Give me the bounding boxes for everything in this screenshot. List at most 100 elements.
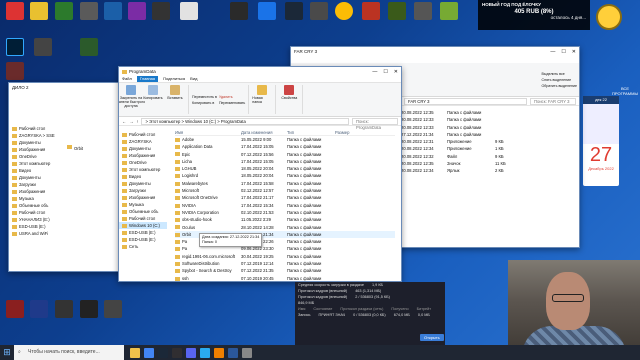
copy-to-button[interactable]: Копировать в bbox=[192, 101, 217, 105]
up-icon[interactable]: ↑ bbox=[136, 119, 138, 124]
nav-item[interactable]: Изображения bbox=[119, 152, 167, 159]
search-input[interactable]: Поиск: ProgramData bbox=[352, 117, 398, 130]
nav-pane[interactable]: Рабочий стол ZAGRYSKA > SSE Документы Изобр… bbox=[9, 123, 64, 237]
app-icon[interactable] bbox=[80, 2, 98, 20]
nav-item[interactable]: ESD-USB (E:) bbox=[119, 236, 167, 243]
app-icon[interactable] bbox=[362, 2, 380, 20]
nav-item[interactable]: Видео bbox=[119, 173, 167, 180]
table-row[interactable]: Malwarebytes 17.04.2022 15:58 Папка с файл… bbox=[175, 180, 395, 187]
paste-button[interactable]: Вставить bbox=[165, 85, 185, 114]
epic-icon[interactable] bbox=[230, 2, 248, 20]
nav-item[interactable]: Изображения bbox=[9, 188, 64, 195]
file-list[interactable]: Orbit bbox=[67, 145, 83, 152]
nav-item[interactable]: Объемные объ bbox=[9, 202, 64, 209]
table-row[interactable]: 20.08.2022 12:34 Ярлык 2 КБ bbox=[401, 167, 506, 174]
address-input[interactable]: FAR CRY 3 bbox=[404, 97, 527, 105]
table-row[interactable]: NVIDIA Corporation 02.10.2022 21:53 Папка … bbox=[175, 209, 395, 216]
drive-icon[interactable] bbox=[258, 2, 276, 20]
column-header[interactable]: Дата изменения bbox=[241, 129, 287, 135]
nav-item[interactable]: ESD-USB (E:) bbox=[119, 229, 167, 236]
column-header[interactable]: Тип bbox=[287, 129, 335, 135]
nav-item[interactable]: Этот компьютер bbox=[9, 160, 64, 167]
fc3-icon[interactable] bbox=[80, 38, 98, 56]
table-row[interactable]: Adobe 15.05.2022 9:00 Папка с файлами bbox=[175, 136, 395, 143]
table-row[interactable]: Application Data 17.04.2022 15:05 Папка с … bbox=[175, 143, 395, 150]
explorer-icon[interactable] bbox=[130, 347, 140, 358]
table-row[interactable]: 20.08.2022 12:35 Значок 11 КБ bbox=[401, 160, 506, 167]
nav-item[interactable]: Видео bbox=[9, 167, 64, 174]
settings-icon[interactable] bbox=[242, 347, 252, 358]
back-icon[interactable]: ← bbox=[122, 119, 126, 124]
table-row[interactable]: 20.08.2022 12:32 Файл 9 КБ bbox=[401, 153, 506, 160]
address-input[interactable]: > Этот компьютер > Windows 10 (C:) > Pro… bbox=[141, 117, 349, 125]
table-row[interactable]: 20.08.2022 12:34 Приложение 1 КБ bbox=[401, 145, 506, 152]
nav-item[interactable]: Этот компьютер bbox=[119, 166, 167, 173]
telegram-icon[interactable] bbox=[200, 347, 210, 358]
pin-button[interactable]: Закрепить на панели быстрого доступа bbox=[119, 85, 145, 114]
explorer-left[interactable]: ДИЛО 2 Рабочий стол ZAGRYSKA > SSE Докумен… bbox=[8, 82, 128, 272]
nav-item[interactable]: Изображения bbox=[119, 194, 167, 201]
app-icon[interactable] bbox=[128, 2, 146, 20]
taskbar-search[interactable]: ⌕ Чтобы начать поиск, введите... bbox=[14, 345, 124, 360]
ribbon-tab[interactable]: Файл bbox=[122, 76, 132, 82]
app-icon[interactable] bbox=[6, 2, 24, 20]
start-icon[interactable]: ⊞ bbox=[0, 345, 14, 360]
properties-button[interactable]: Свойства bbox=[279, 85, 299, 114]
table-row[interactable]: Epic 07.12.2022 15:56 Папка с файлами bbox=[175, 151, 395, 158]
table-row[interactable]: LGHUB 18.05.2022 20:04 Папка с файлами bbox=[175, 165, 395, 172]
file-list[interactable]: 20.08.2022 12:35 Папка с файлами 20.08.202… bbox=[401, 109, 506, 175]
far-cry-icon[interactable] bbox=[388, 2, 406, 20]
app-icon[interactable] bbox=[104, 300, 122, 318]
rename-button[interactable]: Переименовать bbox=[219, 101, 245, 105]
maximize-icon[interactable]: ☐ bbox=[561, 49, 565, 55]
nav-item[interactable]: Загрузки bbox=[9, 181, 64, 188]
nav-item[interactable]: ZAGRYSKA > SSE bbox=[9, 132, 64, 139]
app-icon[interactable] bbox=[180, 2, 198, 20]
game-icon[interactable] bbox=[6, 62, 24, 80]
nav-item[interactable]: Музыка bbox=[119, 201, 167, 208]
maximize-icon[interactable]: ☐ bbox=[383, 69, 387, 75]
search-input[interactable]: Поиск: FAR CRY 3 bbox=[530, 97, 576, 105]
explorer-main[interactable]: ProgramData — ☐ ✕ Файл Главная Поделиться Вид… bbox=[118, 66, 402, 282]
app-icon[interactable] bbox=[6, 300, 24, 318]
app-icon[interactable] bbox=[55, 2, 73, 20]
copy-button[interactable]: Копировать bbox=[143, 85, 163, 114]
table-row[interactable]: Microsoft OneDrive 17.04.2022 21:17 Папка … bbox=[175, 194, 395, 201]
app-icon[interactable] bbox=[55, 300, 73, 318]
select-none-button[interactable]: Снять выделение bbox=[542, 78, 578, 82]
nav-item[interactable]: Документы bbox=[119, 145, 167, 152]
ribbon-tab[interactable]: Главная bbox=[136, 76, 159, 82]
nav-item[interactable]: ESD-USB (E:) bbox=[9, 223, 64, 230]
table-row[interactable]: Logishrd 18.05.2022 20:04 Папка с файлами bbox=[175, 172, 395, 179]
nav-item[interactable]: Сеть bbox=[119, 243, 167, 250]
table-row[interactable]: Spybot - Search & Destroy 07.12.2022 21:3… bbox=[175, 267, 395, 274]
nav-item[interactable]: Документы bbox=[119, 180, 167, 187]
obs-icon[interactable] bbox=[172, 347, 182, 358]
app-icon[interactable] bbox=[152, 2, 170, 20]
nav-item[interactable]: Документы bbox=[9, 139, 64, 146]
table-row[interactable]: Microsoft 02.12.2022 12:57 Папка с файлами bbox=[175, 187, 395, 194]
move-to-button[interactable]: Переместить в bbox=[192, 95, 217, 99]
minimize-icon[interactable]: — bbox=[550, 49, 555, 55]
word-icon[interactable] bbox=[228, 347, 238, 358]
table-row[interactable]: regid.1991-06.com.microsoft 30.04.2022 19… bbox=[175, 253, 395, 260]
nav-item[interactable]: OneDrive bbox=[9, 153, 64, 160]
nav-item[interactable]: USRA and WiFi bbox=[9, 230, 64, 237]
steam-icon[interactable] bbox=[158, 347, 168, 358]
table-row[interactable]: 27.12.2022 21:34 Папка с файлами bbox=[401, 131, 506, 138]
photoshop-icon[interactable] bbox=[6, 38, 24, 56]
invert-selection-button[interactable]: Обратить выделение bbox=[542, 84, 578, 88]
open-button[interactable]: Открыть bbox=[420, 334, 444, 341]
app-icon[interactable] bbox=[440, 2, 458, 20]
nav-item[interactable]: Музыка bbox=[9, 195, 64, 202]
table-row[interactable]: Licha 17.04.2022 15:05 Папка с файлами bbox=[175, 158, 395, 165]
table-row[interactable]: SoftwareDistribution 07.12.2019 12:14 Папк… bbox=[175, 260, 395, 267]
list-item[interactable]: Orbit bbox=[67, 145, 83, 152]
table-row[interactable]: obs-studio-hook 11.05.2022 3:29 Папка с фа… bbox=[175, 216, 395, 223]
nav-item[interactable]: OneDrive bbox=[119, 159, 167, 166]
nav-item[interactable]: УНАНАЛИЗ (E:) bbox=[9, 216, 64, 223]
nav-item[interactable]: Изображения bbox=[9, 146, 64, 153]
nav-item[interactable]: Загрузки bbox=[119, 187, 167, 194]
table-row[interactable]: 20.08.2022 12:33 Папка с файлами bbox=[401, 124, 506, 131]
app-icon[interactable] bbox=[104, 2, 122, 20]
